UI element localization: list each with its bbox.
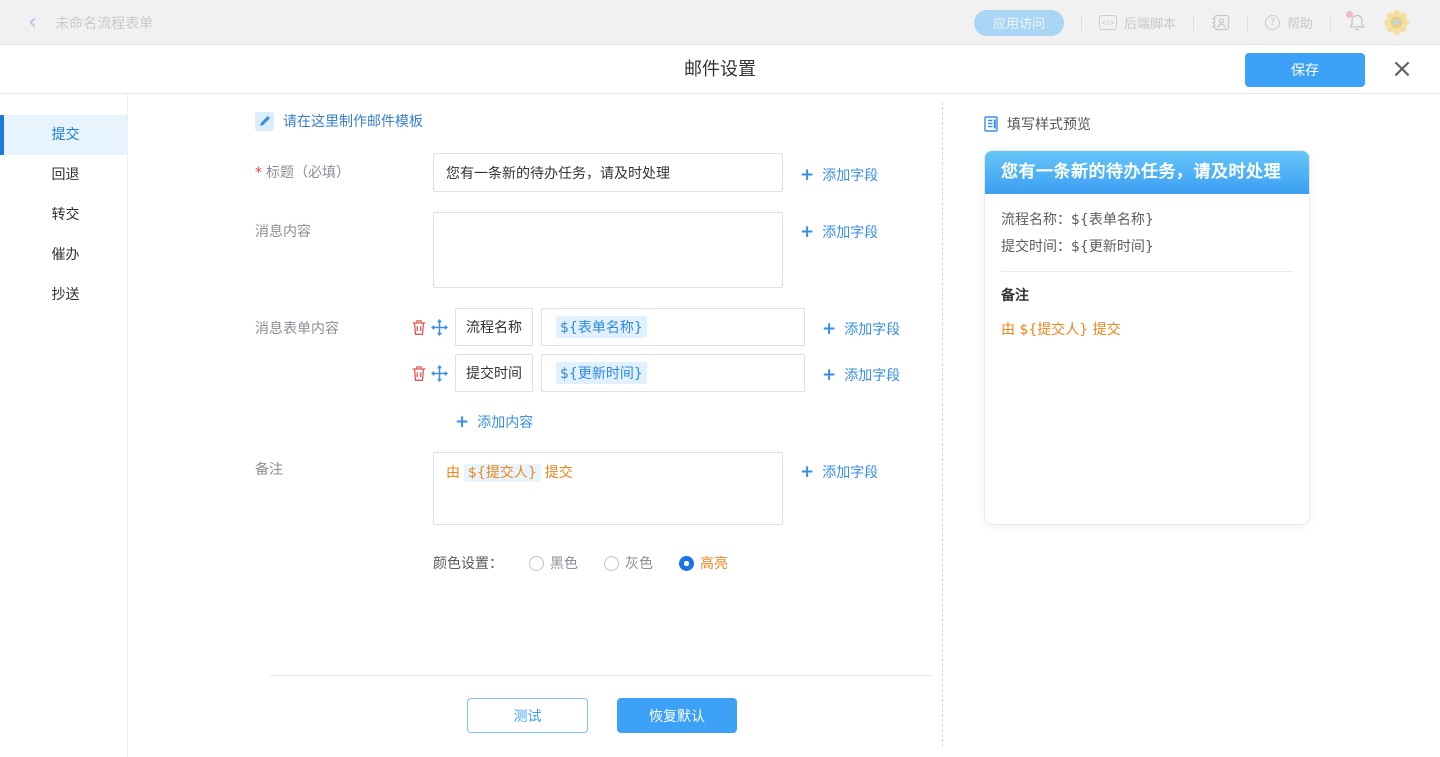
pencil-icon <box>255 112 274 131</box>
message-form-label: 消息表单内容 <box>255 319 339 339</box>
help-label: 帮助 <box>1287 13 1313 32</box>
app-topbar: ‹ 未命名流程表单 应用访问 </> 后端脚本 ? 帮助 <box>0 0 1440 45</box>
modal-title: 邮件设置 <box>0 45 1440 94</box>
radio-gray[interactable]: 灰色 <box>604 553 653 573</box>
vertical-dashed-divider <box>942 102 943 747</box>
message-content-label: 消息内容 <box>255 222 311 242</box>
close-icon[interactable]: × <box>1386 53 1418 85</box>
delete-row-icon[interactable] <box>411 365 428 382</box>
footer-divider <box>270 675 933 676</box>
add-field-link-row1[interactable]: + 添加字段 <box>822 319 900 339</box>
sidebar-item-cc[interactable]: 抄送 <box>0 275 127 315</box>
radio-black[interactable]: 黑色 <box>529 553 578 573</box>
preview-header: 填写样式预览 <box>984 114 1091 134</box>
radio-highlight-label: 高亮 <box>700 553 728 573</box>
row-key-input[interactable] <box>455 354 533 392</box>
preview-card-title: 您有一条新的待办任务，请及时处理 <box>985 151 1309 194</box>
plus-icon: + <box>822 367 836 384</box>
plus-icon: + <box>822 321 836 338</box>
email-settings-form: 请在这里制作邮件模板 *标题（必填） + 添加字段 消息内容 + 添加字段 消息… <box>128 94 1440 757</box>
radio-black-label: 黑色 <box>550 553 578 573</box>
divider <box>1193 15 1194 31</box>
radio-checked-icon <box>679 556 694 571</box>
modal-header: 邮件设置 保存 × <box>0 45 1440 94</box>
preview-field-line: 提交时间：${更新时间} <box>1001 234 1293 261</box>
preview-divider <box>1001 271 1293 272</box>
field-token: ${更新时间} <box>556 362 647 384</box>
remark-label: 备注 <box>255 460 283 480</box>
preview-remark-text: 由 ${提交人} 提交 <box>1001 319 1293 339</box>
plus-icon: + <box>800 464 814 481</box>
title-field-label: *标题（必填） <box>255 163 350 183</box>
field-token: ${表单名称} <box>556 316 647 338</box>
modal-sidebar: 提交 回退 转交 催办 抄送 <box>0 94 128 757</box>
plus-icon: + <box>800 167 814 184</box>
sidebar-item-forward[interactable]: 转交 <box>0 195 127 235</box>
row-token-input[interactable]: ${更新时间} <box>541 354 805 392</box>
plus-icon: + <box>455 414 469 431</box>
help-button[interactable]: ? 帮助 <box>1265 13 1313 32</box>
divider <box>1247 15 1248 31</box>
backend-script-button[interactable]: </> 后端脚本 <box>1099 13 1176 32</box>
color-setting-row: 颜色设置： 黑色 灰色 高亮 <box>433 553 728 573</box>
notification-bell-button[interactable] <box>1348 13 1366 32</box>
divider <box>1081 15 1082 31</box>
submitter-token: ${提交人} <box>464 464 541 482</box>
app-access-button[interactable]: 应用访问 <box>974 10 1064 36</box>
contact-card-button[interactable] <box>1211 14 1230 31</box>
backend-script-label: 后端脚本 <box>1124 13 1176 32</box>
message-content-textarea[interactable] <box>433 212 783 288</box>
move-row-icon[interactable] <box>431 319 448 336</box>
sidebar-item-urge[interactable]: 催办 <box>0 235 127 275</box>
plus-icon: + <box>800 224 814 241</box>
user-avatar[interactable] <box>1383 9 1410 36</box>
add-field-link-row2[interactable]: + 添加字段 <box>822 365 900 385</box>
document-icon <box>984 116 999 132</box>
color-setting-label: 颜色设置： <box>433 553 503 573</box>
remark-prefix: 由 <box>446 465 460 481</box>
row-key-input[interactable] <box>455 308 533 346</box>
template-hint: 请在这里制作邮件模板 <box>255 111 423 131</box>
add-field-link-remark[interactable]: + 添加字段 <box>800 462 878 482</box>
move-row-icon[interactable] <box>431 365 448 382</box>
radio-icon <box>604 556 619 571</box>
title-input[interactable] <box>433 153 783 192</box>
question-icon: ? <box>1265 15 1280 30</box>
add-field-link-title[interactable]: + 添加字段 <box>800 165 878 185</box>
back-chevron-icon[interactable]: ‹ <box>28 12 37 34</box>
test-button[interactable]: 测试 <box>467 698 588 733</box>
code-icon: </> <box>1099 15 1117 30</box>
sidebar-item-submit[interactable]: 提交 <box>0 115 127 155</box>
preview-field-line: 流程名称：${表单名称} <box>1001 207 1293 234</box>
save-button[interactable]: 保存 <box>1245 53 1365 87</box>
notification-dot <box>1346 11 1353 18</box>
radio-icon <box>529 556 544 571</box>
divider <box>1330 15 1331 31</box>
remark-suffix: 提交 <box>545 465 573 481</box>
radio-gray-label: 灰色 <box>625 553 653 573</box>
reset-default-button[interactable]: 恢复默认 <box>617 698 737 733</box>
screen: ‹ 未命名流程表单 应用访问 </> 后端脚本 ? 帮助 <box>0 0 1440 757</box>
add-content-link[interactable]: + 添加内容 <box>455 412 533 432</box>
row-token-input[interactable]: ${表单名称} <box>541 308 805 346</box>
contact-card-icon <box>1211 14 1230 31</box>
preview-card: 您有一条新的待办任务，请及时处理 流程名称：${表单名称} 提交时间：${更新时… <box>984 150 1310 525</box>
preview-remark-label: 备注 <box>1001 285 1293 305</box>
add-field-link-message[interactable]: + 添加字段 <box>800 222 878 242</box>
sidebar-item-return[interactable]: 回退 <box>0 155 127 195</box>
delete-row-icon[interactable] <box>411 319 428 336</box>
radio-highlight[interactable]: 高亮 <box>679 553 728 573</box>
remark-editor[interactable]: 由${提交人}提交 <box>433 452 783 525</box>
page-title: 未命名流程表单 <box>55 13 153 33</box>
required-asterisk: * <box>255 165 262 181</box>
